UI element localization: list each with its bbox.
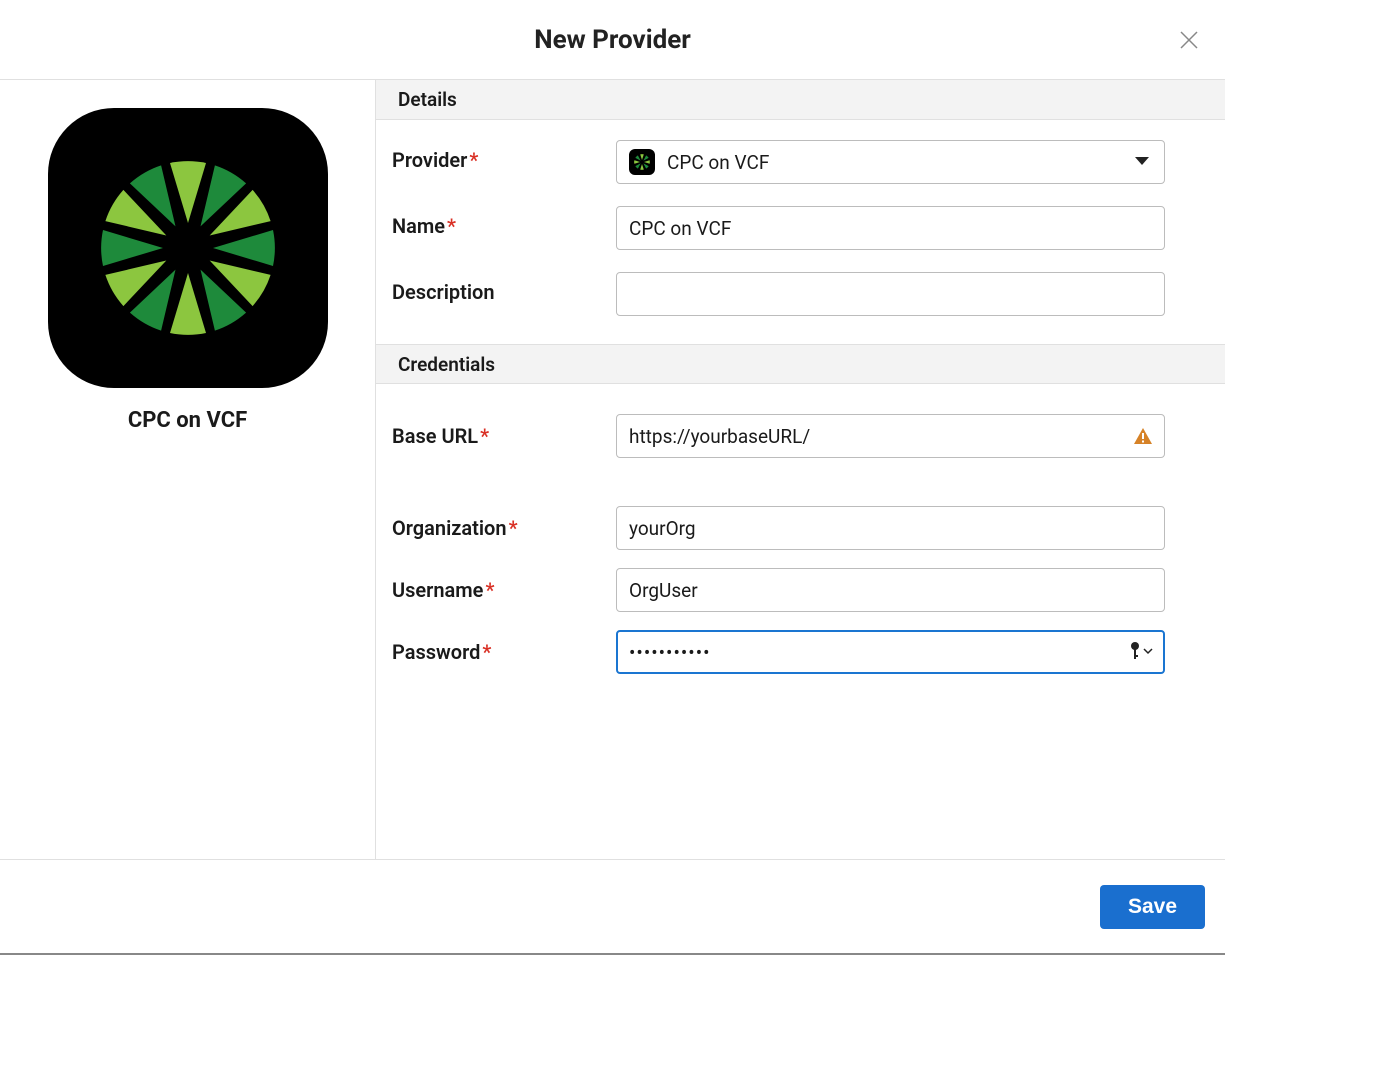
provider-selected-text: CPC on VCF: [667, 151, 769, 174]
label-password: Password*: [392, 640, 616, 664]
dialog-title: New Provider: [534, 25, 691, 55]
row-description: Description: [392, 272, 1165, 316]
dialog-footer: Save: [0, 859, 1225, 953]
row-provider: Provider*: [392, 140, 1165, 184]
row-organization: Organization*: [392, 506, 1165, 550]
provider-select[interactable]: CPC on VCF: [616, 140, 1165, 184]
row-username: Username*: [392, 568, 1165, 612]
credentials-form: Base URL* Organization*: [376, 384, 1225, 712]
cpc-starburst-icon: [88, 148, 288, 348]
section-header-credentials: Credentials: [376, 344, 1225, 384]
dialog-header: New Provider: [0, 0, 1225, 80]
row-name: Name*: [392, 206, 1165, 250]
base-url-input[interactable]: [616, 414, 1165, 458]
close-icon: [1178, 29, 1200, 51]
description-input[interactable]: [616, 272, 1165, 316]
cpc-mini-icon: [629, 149, 655, 175]
label-organization: Organization*: [392, 516, 616, 540]
section-header-details: Details: [376, 80, 1225, 120]
row-password: Password*: [392, 630, 1165, 674]
main-panel: Details Provider*: [376, 80, 1225, 860]
new-provider-dialog: New Provider: [0, 0, 1225, 955]
chevron-down-icon: [1143, 646, 1153, 656]
provider-logo-caption: CPC on VCF: [128, 408, 247, 433]
provider-logo: [48, 108, 328, 388]
label-username: Username*: [392, 578, 616, 602]
close-button[interactable]: [1171, 22, 1207, 58]
password-input[interactable]: [616, 630, 1165, 674]
details-form: Provider*: [376, 120, 1225, 344]
warning-icon: [1133, 426, 1153, 450]
label-base-url: Base URL*: [392, 414, 616, 448]
save-button[interactable]: Save: [1100, 885, 1205, 929]
sidebar: CPC on VCF: [0, 80, 376, 860]
dialog-body: CPC on VCF Details Provider*: [0, 80, 1225, 860]
name-input[interactable]: [616, 206, 1165, 250]
password-manager-icon[interactable]: [1129, 641, 1153, 661]
username-input[interactable]: [616, 568, 1165, 612]
label-name: Name*: [392, 206, 616, 238]
label-description: Description: [392, 272, 616, 304]
label-provider: Provider*: [392, 140, 616, 172]
organization-input[interactable]: [616, 506, 1165, 550]
row-base-url: Base URL*: [392, 414, 1165, 458]
chevron-down-icon: [1133, 152, 1151, 175]
